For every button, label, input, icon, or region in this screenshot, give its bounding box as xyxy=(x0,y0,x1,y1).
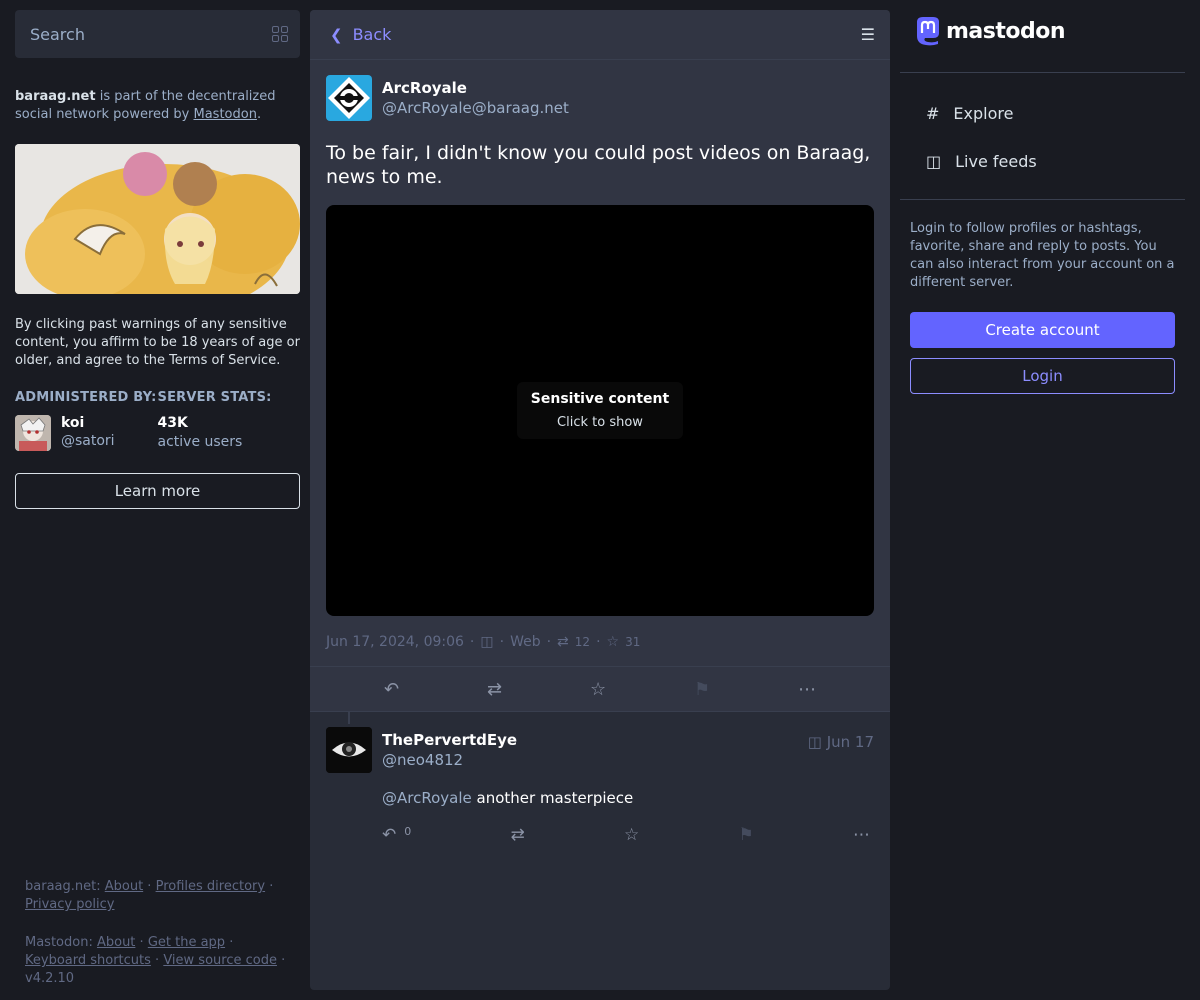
navigation-panel: mastodon # Explore ◫ Live feeds Login to… xyxy=(900,10,1185,394)
get-app-link[interactable]: Get the app xyxy=(148,935,225,950)
stats-section: SERVER STATS: 43K active users xyxy=(158,390,301,451)
chevron-left-icon: ❮ xyxy=(330,25,343,44)
about-link[interactable]: About xyxy=(105,879,143,894)
mastodon-links: Mastodon: About · Get the app · Keyboard… xyxy=(25,935,286,986)
mastodon-logo-icon xyxy=(917,17,939,46)
status-account[interactable]: ArcRoyale @ArcRoyale@baraag.net xyxy=(326,75,874,121)
reply-icon[interactable]: ↶ xyxy=(384,679,399,700)
status-content: To be fair, I didn't know you could post… xyxy=(326,142,871,188)
reply-content: @ArcRoyale another masterpiece xyxy=(382,789,634,807)
status-column: ❮ Back ☰ ArcRoyale @ArcRoyale@baraag.net xyxy=(310,10,890,990)
boost-icon[interactable]: ⇄ xyxy=(511,825,525,845)
mastodon-about-link[interactable]: About xyxy=(97,935,135,950)
back-label: Back xyxy=(352,25,392,44)
admin-handle: @satori xyxy=(61,433,115,449)
thread-line xyxy=(348,712,350,724)
server-about: baraag.net is part of the decentralized … xyxy=(15,89,276,122)
view-source-link[interactable]: View source code xyxy=(163,953,277,968)
server-links: baraag.net: About · Profiles directory ·… xyxy=(25,879,274,912)
link-footer: baraag.net: About · Profiles directory ·… xyxy=(25,878,295,988)
star-icon[interactable]: ☆ xyxy=(607,634,620,650)
version: v4.2.10 xyxy=(25,971,75,986)
privacy-policy-link[interactable]: Privacy policy xyxy=(25,897,114,912)
account-handle: @ArcRoyale@baraag.net xyxy=(382,99,569,117)
age-disclaimer: By clicking past warnings of any sensiti… xyxy=(15,317,300,368)
mention-link[interactable]: @ArcRoyale xyxy=(382,789,472,807)
nav-list: # Explore ◫ Live feeds xyxy=(900,73,1185,199)
boost-count: 12 xyxy=(574,635,591,649)
star-icon[interactable]: ☆ xyxy=(624,825,639,845)
reply-display-name: ThePervertdEye xyxy=(382,731,518,749)
application-name: Web xyxy=(510,634,541,650)
status-action-bar: ↶ ⇄ ☆ ⚑ ⋯ xyxy=(310,666,890,712)
server-info: ADMINISTERED BY: koi @satori SERVER STAT… xyxy=(15,390,300,451)
spoiler-subtitle: Click to show xyxy=(557,415,643,430)
reply-time[interactable]: ◫ Jun 17 xyxy=(808,733,874,751)
reply-action-bar: ↶ 0 ⇄ ☆ ⚑ ⋯ xyxy=(382,825,874,845)
search-placeholder: Search xyxy=(30,24,85,44)
server-hero-image xyxy=(15,144,300,294)
reply-status[interactable]: ThePervertdEye @neo4812 ◫ Jun 17 @ArcRoy… xyxy=(310,712,890,845)
admin-name: koi xyxy=(61,415,85,431)
boost-icon[interactable]: ⇄ xyxy=(487,679,502,700)
bookmark-icon[interactable]: ⚑ xyxy=(694,679,710,700)
nav-item-explore[interactable]: # Explore xyxy=(900,89,1185,137)
avatar[interactable] xyxy=(326,727,372,773)
globe-icon: ◫ xyxy=(480,634,494,650)
mastodon-logo[interactable]: mastodon xyxy=(900,10,1185,52)
avatar[interactable] xyxy=(326,75,372,121)
favourite-count: 31 xyxy=(625,635,641,649)
left-column: Search baraag.net is part of the decentr… xyxy=(15,10,300,509)
admin-heading: ADMINISTERED BY: xyxy=(15,390,157,405)
admin-account[interactable]: koi @satori xyxy=(15,415,158,451)
status-meta: Jun 17, 2024, 09:06 · ◫ · Web · ⇄ 12 · ☆… xyxy=(326,634,641,650)
avatar[interactable] xyxy=(15,415,51,451)
detailed-status: ArcRoyale @ArcRoyale@baraag.net To be fa… xyxy=(310,60,890,666)
reply-icon[interactable]: ↶ 0 xyxy=(382,825,411,845)
more-icon[interactable]: ⋯ xyxy=(798,679,816,700)
more-icon[interactable]: ⋯ xyxy=(853,825,870,845)
active-users-label: active users xyxy=(157,434,243,450)
column-header: ❮ Back ☰ xyxy=(310,10,890,60)
video-player[interactable]: Sensitive content Click to show xyxy=(326,205,874,616)
profiles-directory-link[interactable]: Profiles directory xyxy=(156,879,265,894)
learn-more-button[interactable]: Learn more xyxy=(15,473,300,509)
stats-heading: SERVER STATS: xyxy=(157,390,272,405)
reply-count: 0 xyxy=(404,825,412,838)
display-name: ArcRoyale xyxy=(382,79,467,97)
nav-item-live-feeds[interactable]: ◫ Live feeds xyxy=(900,137,1185,185)
reply-handle: @neo4812 xyxy=(382,751,464,769)
sliders-icon[interactable]: ☰ xyxy=(861,25,875,44)
admin-section: ADMINISTERED BY: koi @satori xyxy=(15,390,158,451)
retweet-icon[interactable]: ⇄ xyxy=(557,634,569,650)
status-date[interactable]: Jun 17, 2024, 09:06 xyxy=(326,634,464,650)
server-domain: baraag.net xyxy=(15,89,96,104)
mastodon-link[interactable]: Mastodon xyxy=(193,107,256,122)
active-users-count: 43K xyxy=(157,415,188,431)
spoiler-title: Sensitive content xyxy=(530,391,670,407)
globe-icon: ◫ xyxy=(807,733,822,751)
brand-name: mastodon xyxy=(946,18,1066,44)
reply-account[interactable]: ThePervertdEye @neo4812 ◫ Jun 17 xyxy=(326,727,874,773)
create-account-button[interactable]: Create account xyxy=(910,312,1175,348)
login-button[interactable]: Login xyxy=(910,358,1175,394)
keyboard-shortcuts-link[interactable]: Keyboard shortcuts xyxy=(25,953,151,968)
search-input[interactable]: Search xyxy=(15,10,300,58)
sensitive-content-overlay[interactable]: Sensitive content Click to show xyxy=(516,382,684,439)
login-prompt: Login to follow profiles or hashtags, fa… xyxy=(910,221,1175,290)
hashtag-icon: # xyxy=(926,103,940,123)
star-icon[interactable]: ☆ xyxy=(590,679,606,700)
grid-icon[interactable] xyxy=(272,26,288,42)
globe-icon: ◫ xyxy=(926,151,942,171)
bookmark-icon[interactable]: ⚑ xyxy=(739,825,754,845)
back-button[interactable]: ❮ Back xyxy=(330,25,391,44)
